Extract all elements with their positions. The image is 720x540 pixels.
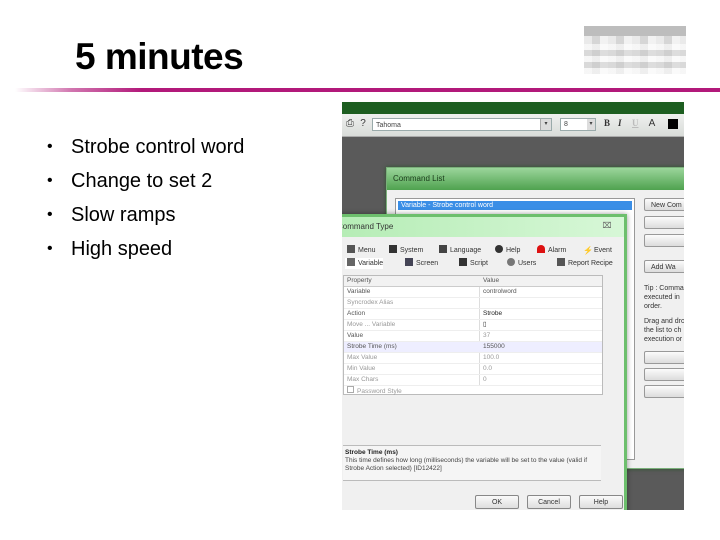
tab-users[interactable]: Users	[505, 258, 536, 269]
bullet-icon: •	[47, 206, 53, 223]
close-icon[interactable]: ⌧	[598, 220, 616, 232]
users-icon	[507, 258, 515, 266]
underline-button[interactable]: U	[632, 118, 639, 128]
alarm-bell-icon	[537, 245, 545, 253]
table-row[interactable]: Move ... Variable ▯	[344, 320, 602, 331]
tab-screen[interactable]: Screen	[403, 258, 438, 269]
help-icon[interactable]: ?	[357, 118, 369, 130]
command-list-title: Command List	[387, 168, 684, 190]
tab-system[interactable]: System	[387, 245, 423, 256]
command-type-dialog: Command Type ⌧ Menu System Language Help…	[342, 214, 627, 510]
bullet-list: • Strobe control word • Change to set 2 • S…	[45, 130, 244, 266]
lightning-icon: ⚡	[583, 246, 593, 255]
embedded-screenshot: ⎙ ? Tahoma ▾ 8 ▾ B I U A Command List Vari…	[342, 102, 684, 510]
checkbox-icon	[347, 386, 354, 393]
variable-icon	[347, 258, 355, 266]
table-row[interactable]: Value 37	[344, 331, 602, 342]
table-row[interactable]: Action Strobe	[344, 309, 602, 320]
help-icon	[495, 245, 503, 253]
tab-event[interactable]: ⚡Event	[581, 245, 612, 256]
add-wait-button[interactable]: Add Wa	[644, 260, 684, 273]
ok-button[interactable]: OK	[475, 495, 519, 509]
chevron-down-icon: ▾	[540, 119, 551, 130]
language-icon	[439, 245, 447, 253]
property-description: Strobe Time (ms) This time defines how l…	[343, 445, 601, 481]
logo	[584, 26, 686, 74]
tab-row-2: Variable Screen Script Users Report Reci…	[345, 258, 625, 269]
table-row[interactable]: Variable controlword	[344, 287, 602, 298]
tab-menu[interactable]: Menu	[345, 245, 376, 256]
help-button[interactable]: Help	[579, 495, 623, 509]
cancel-button[interactable]: Car	[644, 368, 684, 381]
tip-text: Tip : Comma executed in order. Drag and …	[644, 285, 684, 343]
bold-button[interactable]: B	[604, 118, 610, 128]
fill-color-icon[interactable]	[668, 119, 678, 129]
edit-button[interactable]: Edit	[644, 216, 684, 229]
font-name-select[interactable]: Tahoma ▾	[372, 118, 552, 131]
table-row[interactable]: Strobe Time (ms) 155000	[344, 342, 602, 353]
new-command-button[interactable]: New Com	[644, 198, 684, 211]
report-icon	[557, 258, 565, 266]
system-icon	[389, 245, 397, 253]
chevron-down-icon: ▾	[587, 119, 595, 130]
dialog-title-bar: Command Type ⌧	[342, 217, 624, 237]
cancel-button[interactable]: Cancel	[527, 495, 571, 509]
screen-icon	[405, 258, 413, 266]
table-row[interactable]: Min Value 0.0	[344, 364, 602, 375]
font-size-select[interactable]: 8 ▾	[560, 118, 596, 131]
tab-variable[interactable]: Variable	[345, 258, 384, 269]
tab-row-1: Menu System Language Help Alarm ⚡Event	[345, 245, 625, 256]
tab-help[interactable]: Help	[493, 245, 520, 256]
bullet-icon: •	[47, 172, 53, 189]
remove-button[interactable]: Rem	[644, 234, 684, 247]
bullet-icon: •	[47, 240, 53, 257]
app-title-band	[342, 102, 684, 114]
menu-icon	[347, 245, 355, 253]
workspace: Command List Variable - Strobe control w…	[342, 137, 684, 510]
bullet-item: • Change to set 2	[45, 164, 244, 198]
tab-script[interactable]: Script	[457, 258, 488, 269]
clear-button[interactable]: Cl	[644, 351, 684, 364]
dialog-title: Command Type	[342, 222, 394, 231]
formatting-toolbar: ⎙ ? Tahoma ▾ 8 ▾ B I U A	[342, 114, 684, 137]
italic-button[interactable]: I	[618, 118, 622, 128]
script-icon	[459, 258, 467, 266]
tab-alarm[interactable]: Alarm	[535, 245, 566, 256]
bullet-item: • Strobe control word	[45, 130, 244, 164]
print-icon[interactable]: ⎙	[344, 118, 356, 130]
title-underline	[15, 88, 720, 92]
table-row[interactable]: Max Chars 0	[344, 375, 602, 386]
help-button[interactable]: H	[644, 385, 684, 398]
grid-header: Property Value	[344, 276, 602, 287]
password-style-checkbox[interactable]: Password Style	[344, 386, 602, 396]
bullet-item: • High speed	[45, 232, 244, 266]
bullet-item: • Slow ramps	[45, 198, 244, 232]
tab-language[interactable]: Language	[437, 245, 481, 256]
bullet-icon: •	[47, 138, 53, 155]
tab-report-recipe[interactable]: Report Recipe	[555, 258, 613, 269]
table-row[interactable]: Syncrodex Alias	[344, 298, 602, 309]
table-row[interactable]: Max Value 100.0	[344, 353, 602, 364]
list-item[interactable]: Variable - Strobe control word	[398, 201, 632, 210]
property-grid: Property Value Variable controlword Syncro…	[343, 275, 603, 395]
text-color-icon[interactable]: A	[646, 118, 658, 130]
slide-title: 5 minutes	[75, 36, 244, 77]
